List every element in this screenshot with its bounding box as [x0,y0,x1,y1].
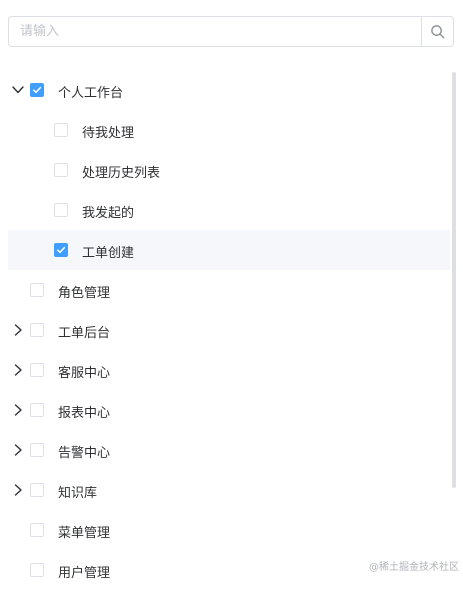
tree-node[interactable]: 角色管理 [8,270,450,310]
node-label: 我发起的 [82,206,135,221]
chevron-right-icon[interactable] [11,443,25,457]
node-checkbox[interactable] [54,163,68,177]
node-checkbox[interactable] [54,203,68,217]
node-label: 个人工作台 [58,86,124,101]
node-label: 知识库 [58,486,98,501]
chevron-right-icon[interactable] [11,483,25,497]
node-checkbox[interactable] [30,323,44,337]
node-checkbox[interactable] [54,243,68,257]
node-label: 待我处理 [82,126,135,141]
tree-node[interactable]: 客服中心 [8,350,450,390]
search-icon [431,25,445,39]
node-label: 报表中心 [58,406,111,421]
node-checkbox[interactable] [30,283,44,297]
tree-node[interactable]: 待我处理 [8,110,450,150]
node-label: 处理历史列表 [82,166,161,181]
node-label: 菜单管理 [58,526,111,541]
tree-scrollbar[interactable] [452,72,456,488]
chevron-right-icon[interactable] [11,403,25,417]
search-input[interactable] [9,17,421,46]
menu-tree: 个人工作台待我处理处理历史列表 我发起的工单创建角色管理工单后台客服中心报表中心告… [8,70,450,590]
search-button[interactable] [421,17,453,46]
check-icon [33,86,42,94]
tree-node[interactable]: 报表中心 [8,390,450,430]
node-label: 角色管理 [58,286,111,301]
tree-node[interactable]: 工单创建 [8,230,450,270]
node-label: 用户管理 [58,566,111,581]
search-box [8,16,454,47]
chevron-right-icon[interactable] [11,363,25,377]
check-icon [57,246,66,254]
node-checkbox[interactable] [30,363,44,377]
node-checkbox[interactable] [30,83,44,97]
node-label: 工单后台 [58,326,111,341]
tree-node[interactable]: 菜单管理 [8,510,450,550]
tree-node[interactable]: 工单后台 [8,310,450,350]
tree-node[interactable]: 知识库 [8,470,450,510]
node-label: 客服中心 [58,366,111,381]
chevron-right-icon[interactable] [11,323,25,337]
node-label: 告警中心 [58,446,111,461]
node-checkbox[interactable] [30,443,44,457]
node-checkbox[interactable] [30,403,44,417]
node-label: 工单创建 [82,246,135,261]
tree-node[interactable]: 处理历史列表 [8,150,450,190]
tree-node[interactable]: 个人工作台 [8,70,450,110]
tree-node[interactable]: 我发起的 [8,190,450,230]
tree-node[interactable]: 告警中心 [8,430,450,470]
watermark: @稀土掘金技术社区 [369,562,459,573]
node-checkbox[interactable] [54,123,68,137]
node-checkbox[interactable] [30,483,44,497]
node-checkbox[interactable] [30,523,44,537]
chevron-down-icon[interactable] [11,83,25,97]
node-checkbox[interactable] [30,563,44,577]
